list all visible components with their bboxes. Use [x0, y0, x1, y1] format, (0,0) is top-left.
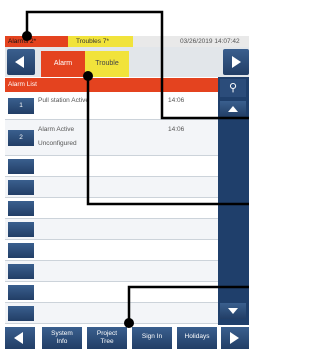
- previous-button[interactable]: [7, 49, 35, 75]
- row-number-button[interactable]: 1: [8, 98, 34, 114]
- event-time: 14:06: [168, 126, 185, 133]
- event-detail: Unconfigured: [38, 140, 77, 147]
- row-number-button[interactable]: [8, 285, 34, 300]
- event-text: Pull station Active: [38, 97, 89, 104]
- arrow-up-icon: [228, 106, 238, 112]
- list-item[interactable]: [5, 156, 218, 177]
- system-info-label-line2: Info: [56, 338, 68, 345]
- list-item[interactable]: [5, 282, 218, 303]
- list-item[interactable]: [5, 198, 218, 219]
- list-item[interactable]: [5, 219, 218, 240]
- list-nav-row: Alarm Trouble: [5, 47, 249, 77]
- row-number-button[interactable]: [8, 264, 34, 279]
- row-number-button[interactable]: [8, 306, 34, 321]
- alarms-count-indicator[interactable]: Alarms 2*: [5, 36, 68, 47]
- troubles-count-indicator[interactable]: Troubles 7*: [68, 36, 133, 47]
- row-number-button[interactable]: [8, 201, 34, 216]
- list-item[interactable]: [5, 240, 218, 261]
- arrow-right-icon: [232, 56, 241, 68]
- project-tree-button[interactable]: Project Tree: [87, 327, 127, 349]
- date-time-display: 03/26/2019 14:07:42: [180, 38, 240, 45]
- bottom-toolbar: System Info Project Tree Sign In Holiday…: [5, 325, 249, 349]
- fire-panel-screen: Alarms 2* Troubles 7* 03/26/2019 14:07:4…: [0, 0, 249, 349]
- holidays-button[interactable]: Holidays: [177, 327, 217, 349]
- arrow-left-icon: [15, 56, 24, 68]
- row-number-button[interactable]: 2: [8, 130, 34, 146]
- next-button[interactable]: [223, 49, 249, 75]
- project-tree-label-line2: Tree: [100, 338, 114, 345]
- event-text: Alarm Active: [38, 126, 75, 133]
- row-number-button[interactable]: [8, 159, 34, 174]
- scroll-side-panel: ⚲: [218, 77, 249, 325]
- list-item[interactable]: 2 Alarm Active Unconfigured 14:06: [5, 120, 218, 156]
- sign-in-button[interactable]: Sign In: [132, 327, 172, 349]
- system-info-button[interactable]: System Info: [42, 327, 82, 349]
- arrow-left-icon: [14, 332, 23, 344]
- list-item[interactable]: [5, 177, 218, 198]
- list-item[interactable]: [5, 303, 218, 324]
- row-number-button[interactable]: [8, 180, 34, 195]
- status-bar: Alarms 2* Troubles 7* 03/26/2019 14:07:4…: [5, 36, 249, 47]
- alarm-list-header: Alarm List: [5, 78, 218, 92]
- bottom-previous-button[interactable]: [5, 327, 35, 349]
- list-item[interactable]: 1 Pull station Active 14:06: [5, 92, 218, 120]
- arrow-down-icon: [228, 308, 238, 314]
- alarm-list: 1 Pull station Active 14:06 2 Alarm Acti…: [5, 92, 218, 324]
- tab-trouble[interactable]: Trouble: [85, 51, 129, 77]
- tab-alarm[interactable]: Alarm: [41, 51, 85, 77]
- event-time: 14:06: [168, 97, 185, 104]
- row-number-button[interactable]: [8, 222, 34, 237]
- project-tree-label-line1: Project: [96, 330, 118, 337]
- scroll-up-button[interactable]: [220, 101, 246, 117]
- location-pin-icon[interactable]: ⚲: [220, 79, 246, 97]
- arrow-right-icon: [230, 332, 239, 344]
- system-info-label-line1: System: [51, 330, 73, 337]
- scroll-down-button[interactable]: [220, 303, 246, 319]
- list-item[interactable]: [5, 261, 218, 282]
- row-number-button[interactable]: [8, 243, 34, 258]
- bottom-next-button[interactable]: [221, 327, 249, 349]
